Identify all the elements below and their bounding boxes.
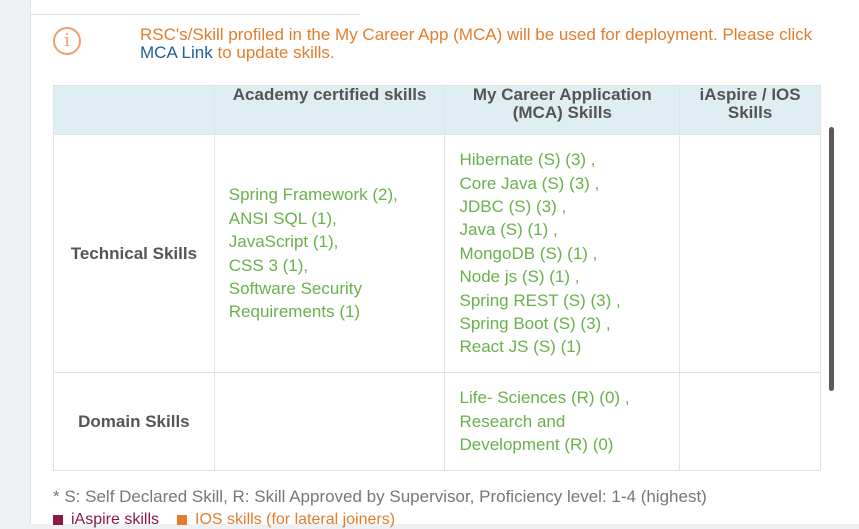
notice-text-after: to update skills. [212, 43, 335, 62]
legend-label-iaspire: iAspire skills [71, 511, 160, 528]
table-row-technical: Technical Skills Spring Framework (2), A… [53, 134, 821, 373]
skill-item: MongoDB (S) (1) , [459, 243, 598, 263]
legend: iAspire skills IOS skills (for lateral j… [53, 511, 395, 529]
skill-item: Node js (S) (1) , [459, 267, 580, 287]
mca-notice: RSC's/Skill profiled in the My Career Ap… [140, 26, 830, 62]
table-header-row: Academy certified skills My Career Appli… [53, 85, 821, 135]
row-label-technical: Technical Skills [53, 134, 215, 373]
footnote: * S: Self Declared Skill, R: Skill Appro… [53, 487, 707, 506]
header-empty [53, 85, 215, 135]
header-academy-skills: Academy certified skills [213, 85, 446, 135]
top-divider [30, 0, 360, 15]
scrollbar-thumb[interactable] [829, 127, 834, 391]
skill-item: Spring Boot (S) (3) , [459, 314, 611, 334]
legend-item-iaspire: iAspire skills [53, 511, 159, 529]
skill-item: ANSI SQL (1), [228, 208, 337, 228]
table-row-domain: Domain Skills Life- Sciences (R) (0) , R… [53, 372, 821, 471]
academy-technical-skills: Spring Framework (2), ANSI SQL (1), Java… [213, 134, 446, 373]
skill-item: React JS (S) (1) [459, 337, 582, 357]
skill-item: JDBC (S) (3) , [459, 196, 567, 216]
notice-text-before: RSC's/Skill profiled in the My Career Ap… [140, 25, 813, 44]
skill-item: Requirements (1) [228, 302, 361, 322]
skill-item: Research and [459, 411, 566, 431]
legend-item-ios: IOS skills (for lateral joiners) [177, 511, 395, 529]
iaspire-technical-skills [679, 134, 821, 373]
skill-item: Java (S) (1) , [459, 220, 558, 240]
skill-item: Spring REST (S) (3) , [459, 290, 621, 310]
header-iaspire-ios-skills: iAspire / IOS Skills [679, 85, 821, 135]
skill-item: Development (R) (0) [459, 435, 614, 455]
row-label-domain: Domain Skills [53, 372, 215, 471]
skill-item: Core Java (S) (3) , [459, 173, 600, 193]
info-circle-icon: i [53, 27, 81, 55]
skill-item: Life- Sciences (R) (0) , [459, 388, 630, 408]
skill-item: Hibernate (S) (3) , [459, 150, 596, 170]
mca-technical-skills: Hibernate (S) (3) , Core Java (S) (3) , … [444, 134, 681, 373]
skills-table: Academy certified skills My Career Appli… [53, 85, 821, 471]
skill-item: Spring Framework (2), [228, 185, 398, 205]
academy-domain-skills [213, 372, 446, 471]
skill-item: Software Security [228, 278, 362, 298]
legend-label-ios: IOS skills (for lateral joiners) [195, 511, 396, 528]
skill-item: CSS 3 (1), [228, 255, 309, 275]
header-mca-skills: My Career Application (MCA) Skills [444, 85, 681, 135]
mca-link[interactable]: MCA Link [140, 43, 213, 62]
iaspire-domain-skills [679, 372, 821, 471]
mca-domain-skills: Life- Sciences (R) (0) , Research and De… [444, 372, 681, 471]
skill-item: JavaScript (1), [228, 232, 339, 252]
